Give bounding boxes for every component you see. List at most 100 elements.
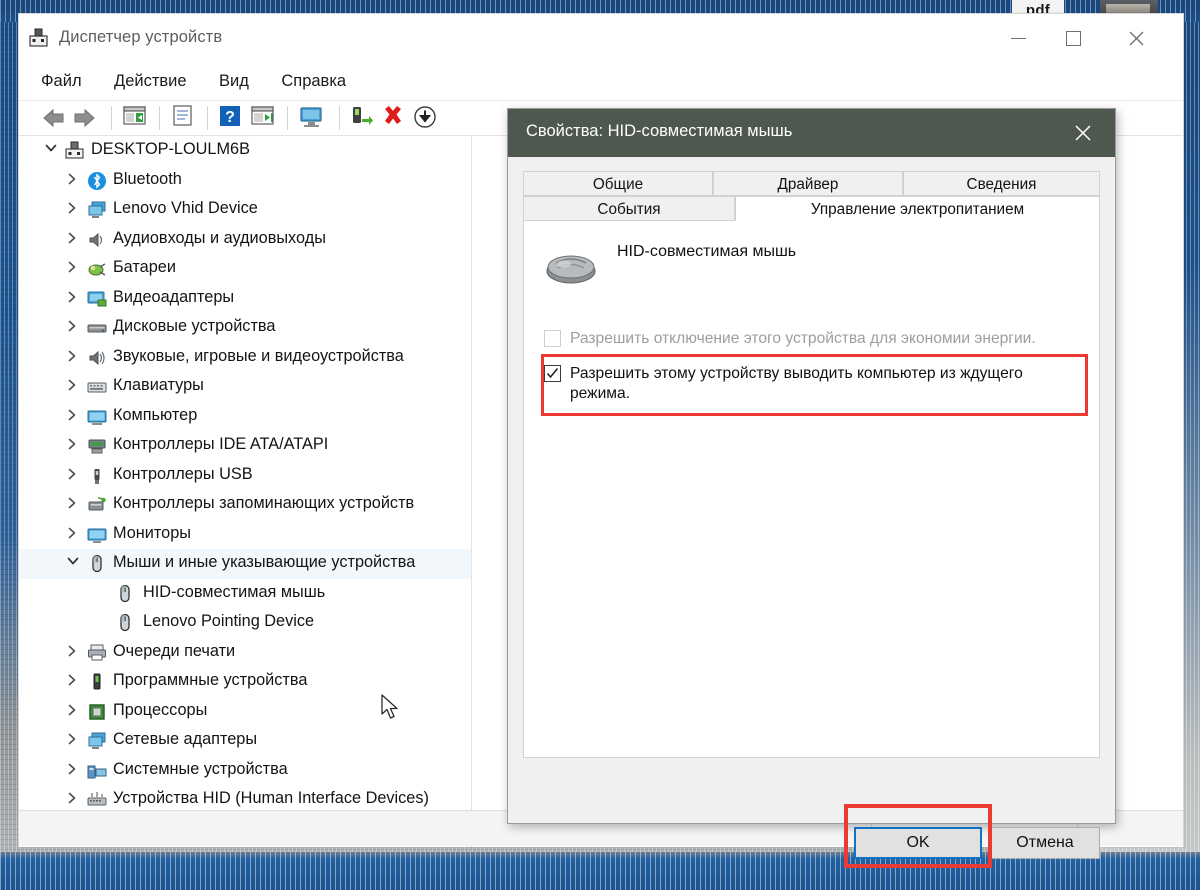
tree-item-label: Очереди печати (113, 642, 235, 661)
chevron-right-icon[interactable] (67, 202, 83, 218)
menu-bar: Файл Действие Вид Справка (19, 62, 1183, 100)
tree-item-звуковые-игровые-и-видеоустройства[interactable]: Звуковые, игровые и видеоустройства (19, 343, 471, 373)
tree-item-видеоадаптеры[interactable]: Видеоадаптеры (19, 284, 471, 314)
menu-view[interactable]: Вид (219, 62, 249, 100)
cancel-button[interactable]: Отмена (990, 827, 1100, 859)
tree-item-label: Видеоадаптеры (113, 288, 234, 307)
usb-controller-icon (87, 466, 107, 486)
chevron-right-icon[interactable] (67, 468, 83, 484)
uninstall-device-icon[interactable] (381, 105, 405, 131)
tab-general[interactable]: Общие (523, 171, 713, 196)
chevron-right-icon[interactable] (67, 291, 83, 307)
tab-power-management[interactable]: Управление электропитанием (735, 196, 1100, 221)
toolbar-separator (159, 106, 160, 130)
tree-item-lenovo-vhid-device[interactable]: Lenovo Vhid Device (19, 195, 471, 225)
device-manager-icon (29, 28, 49, 47)
tree-item-контроллеры-запоминающих-устройств[interactable]: Контроллеры запоминающих устройств (19, 490, 471, 520)
chevron-right-icon[interactable] (67, 232, 83, 248)
tree-root-item[interactable]: DESKTOP-LOULM6B (19, 136, 471, 166)
maximize-button[interactable] (1048, 14, 1098, 62)
tree-item-label: Звуковые, игровые и видеоустройства (113, 347, 404, 366)
keyboard-icon (87, 377, 107, 397)
tree-item-label: Контроллеры IDE ATA/ATAPI (113, 435, 328, 454)
chevron-right-icon[interactable] (67, 527, 83, 543)
chevron-right-icon[interactable] (67, 497, 83, 513)
chevron-right-icon[interactable] (67, 320, 83, 336)
tree-item-label: Устройства HID (Human Interface Devices) (113, 789, 429, 808)
document-properties-icon[interactable] (171, 105, 195, 131)
tree-item-сетевые-адаптеры[interactable]: Сетевые адаптеры (19, 726, 471, 756)
chevron-right-icon[interactable] (67, 261, 83, 277)
chevron-right-icon[interactable] (67, 173, 83, 189)
tree-item-программные-устройства[interactable]: Программные устройства (19, 667, 471, 697)
power-management-panel: HID-совместимая мышь Разрешить отключени… (523, 220, 1100, 758)
tree-item-очереди-печати[interactable]: Очереди печати (19, 638, 471, 668)
chevron-right-icon[interactable] (67, 350, 83, 366)
properties-window-icon[interactable] (123, 105, 147, 131)
tree-item-контроллеры-usb[interactable]: Контроллеры USB (19, 461, 471, 491)
bluetooth-icon (87, 171, 107, 191)
dialog-title: Свойства: HID-совместимая мышь (526, 122, 792, 141)
tree-item-контроллеры-ide-ata-atapi[interactable]: Контроллеры IDE ATA/ATAPI (19, 431, 471, 461)
help-icon[interactable]: ? (219, 105, 241, 131)
chevron-right-icon[interactable] (67, 674, 83, 690)
back-arrow-icon[interactable] (41, 105, 67, 131)
tab-details[interactable]: Сведения (903, 171, 1100, 196)
tree-item-компьютер[interactable]: Компьютер (19, 402, 471, 432)
chevron-right-icon[interactable] (67, 733, 83, 749)
chevron-right-icon[interactable] (67, 379, 83, 395)
tab-events[interactable]: События (523, 196, 735, 221)
tree-item-label: Контроллеры USB (113, 465, 253, 484)
enable-device-icon[interactable] (413, 105, 437, 131)
processor-icon (87, 702, 107, 722)
ok-button[interactable]: OK (854, 827, 982, 859)
chevron-right-icon[interactable] (67, 704, 83, 720)
tree-item-hid-совместимая-мышь[interactable]: HID-совместимая мышь (19, 579, 471, 609)
tree-item-label: Дисковые устройства (113, 317, 275, 336)
checkbox-box[interactable] (544, 330, 561, 347)
close-button[interactable] (1111, 14, 1161, 62)
monitor-scan-icon[interactable] (299, 105, 325, 131)
checkbox-box[interactable] (544, 365, 561, 382)
scan-window-icon[interactable] (251, 105, 275, 131)
menu-file[interactable]: Файл (41, 62, 82, 100)
chevron-right-icon[interactable] (67, 438, 83, 454)
tree-item-клавиатуры[interactable]: Клавиатуры (19, 372, 471, 402)
minimize-button[interactable] (993, 14, 1043, 62)
tree-item-bluetooth[interactable]: Bluetooth (19, 166, 471, 196)
tree-item-label: Системные устройства (113, 760, 288, 779)
window-titlebar: Диспетчер устройств (19, 14, 1183, 62)
vhid-device-icon (87, 200, 107, 220)
chevron-right-icon[interactable] (67, 763, 83, 779)
chevron-right-icon[interactable] (67, 409, 83, 425)
window-title: Диспетчер устройств (59, 28, 222, 47)
tree-item-аудиовходы-и-аудиовыходы[interactable]: Аудиовходы и аудиовыходы (19, 225, 471, 255)
forward-arrow-icon[interactable] (71, 105, 97, 131)
toolbar-separator (111, 106, 112, 130)
tree-item-системные-устройства[interactable]: Системные устройства (19, 756, 471, 786)
tree-item-дисковые-устройства[interactable]: Дисковые устройства (19, 313, 471, 343)
menu-action[interactable]: Действие (114, 62, 187, 100)
menu-help[interactable]: Справка (281, 62, 346, 100)
tree-item-label: Процессоры (113, 701, 207, 720)
storage-controller-icon (87, 495, 107, 515)
tree-item-процессоры[interactable]: Процессоры (19, 697, 471, 727)
tree-item-батареи[interactable]: Батареи (19, 254, 471, 284)
chevron-right-icon[interactable] (67, 645, 83, 661)
device-name-label: HID-совместимая мышь (617, 243, 796, 261)
tree-item-мыши-и-иные-указывающие-устройства[interactable]: Мыши и иные указывающие устройства (19, 549, 471, 579)
chevron-right-icon[interactable] (67, 792, 83, 808)
tree-item-мониторы[interactable]: Мониторы (19, 520, 471, 550)
audio-io-icon (87, 230, 107, 250)
tab-driver[interactable]: Драйвер (713, 171, 903, 196)
tree-item-lenovo-pointing-device[interactable]: Lenovo Pointing Device (19, 608, 471, 638)
dialog-titlebar: Свойства: HID-совместимая мышь (508, 109, 1115, 157)
tree-item-label: Контроллеры запоминающих устройств (113, 494, 414, 513)
chevron-down-icon[interactable] (67, 556, 83, 572)
chevron-down-icon[interactable] (45, 143, 61, 159)
tree-item-label: Bluetooth (113, 170, 182, 189)
dialog-close-icon[interactable] (1059, 109, 1107, 157)
update-driver-icon[interactable] (349, 105, 373, 131)
device-tree[interactable]: DESKTOP-LOULM6B Bluetooth Lenovo Vhid Devi… (19, 136, 471, 847)
tree-item-label: Компьютер (113, 406, 197, 425)
